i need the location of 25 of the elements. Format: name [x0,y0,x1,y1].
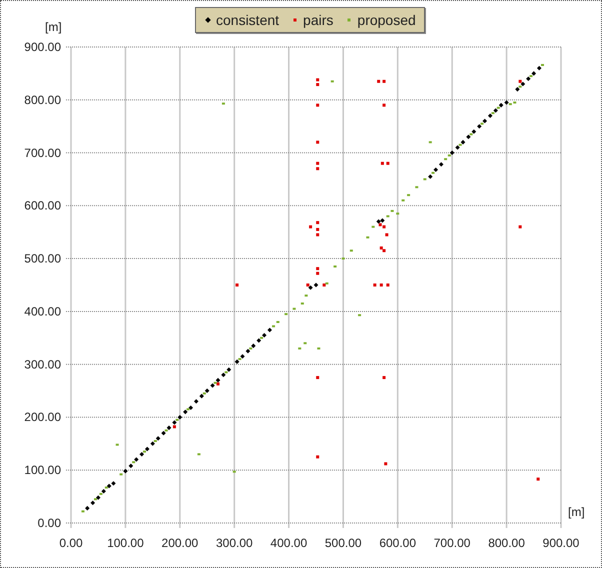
tick-label: 400.00 [24,304,61,318]
tick-label: 100.00 [24,463,61,478]
tick-label: 500.00 [24,252,61,266]
tick-label: 600.00 [379,536,416,550]
tick-label: 200.00 [162,536,198,550]
axis-unit: [m] [568,505,585,519]
legend-label: pairs [303,10,334,30]
tick-label: 300.00 [216,536,253,550]
tick-label: 100.00 [107,536,144,550]
tick-label: 800.00 [24,92,61,107]
tick-label: 300.00 [24,357,61,372]
tick-label: 200.00 [24,410,61,424]
legend-label: proposed [357,10,416,30]
tick-label: 700.00 [24,146,61,160]
tick-label: 700.00 [434,536,470,550]
tick-label: 400.00 [270,536,308,550]
axis-unit: [m] [45,20,62,34]
tick-label: 500.00 [324,536,362,550]
tick-label: 0.00 [59,536,83,550]
tick-label: 0.00 [38,516,61,530]
tick-label: 800.00 [488,536,525,550]
legend-label: consistent [216,10,280,30]
tick-label: 900.00 [24,40,61,54]
tick-label: 900.00 [542,536,580,550]
tick-label: 600.00 [24,198,61,213]
